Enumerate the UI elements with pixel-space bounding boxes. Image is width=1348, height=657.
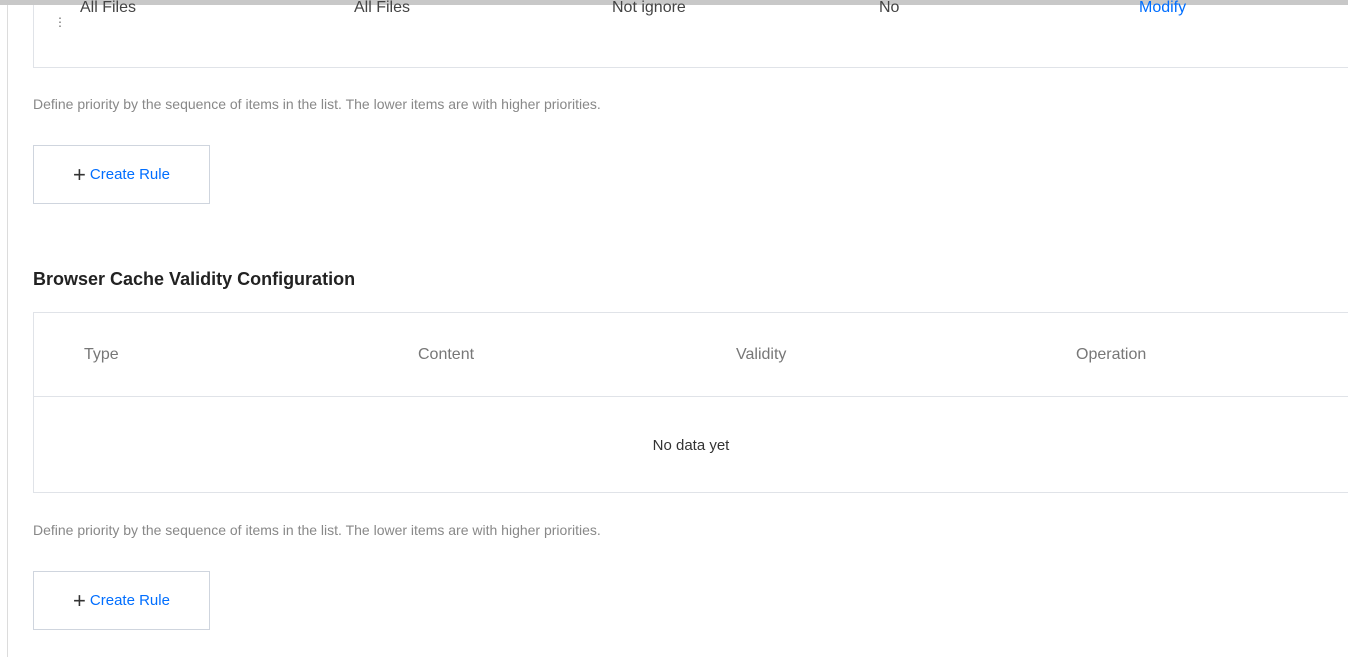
plus-icon: + — [73, 161, 86, 187]
create-rule-label-2: Create Rule — [89, 592, 170, 609]
left-divider — [7, 5, 8, 657]
create-rule-label: Create Rule — [89, 166, 170, 183]
cache-rules-table: ⋮ All Files All Files Not ignore No Modi… — [33, 0, 1348, 68]
rule-flag-cell: No — [879, 0, 900, 16]
empty-state: No data yet — [652, 436, 730, 454]
column-header-type: Type — [84, 346, 119, 363]
create-rule-button[interactable]: + Create Rule — [33, 145, 210, 204]
rule-ignore-cell: Not ignore — [612, 0, 686, 16]
plus-icon: + — [73, 587, 86, 613]
rule-type-cell: All Files — [80, 0, 137, 16]
section-title: Browser Cache Validity Configuration — [33, 269, 356, 289]
modify-link[interactable]: Modify — [1139, 0, 1186, 17]
rule-content-cell: All Files — [354, 0, 411, 16]
browser-cache-table: Type Content Validity Operation No data … — [33, 312, 1348, 493]
drag-handle-icon[interactable]: ⋮ — [54, 16, 67, 28]
column-header-content: Content — [418, 346, 475, 363]
column-header-operation: Operation — [1076, 346, 1147, 363]
priority-hint-2: Define priority by the sequence of items… — [33, 522, 601, 538]
priority-hint: Define priority by the sequence of items… — [33, 96, 601, 112]
create-rule-button-2[interactable]: + Create Rule — [33, 571, 210, 630]
table-header: Type Content Validity Operation — [34, 313, 1348, 397]
column-header-validity: Validity — [736, 346, 787, 363]
